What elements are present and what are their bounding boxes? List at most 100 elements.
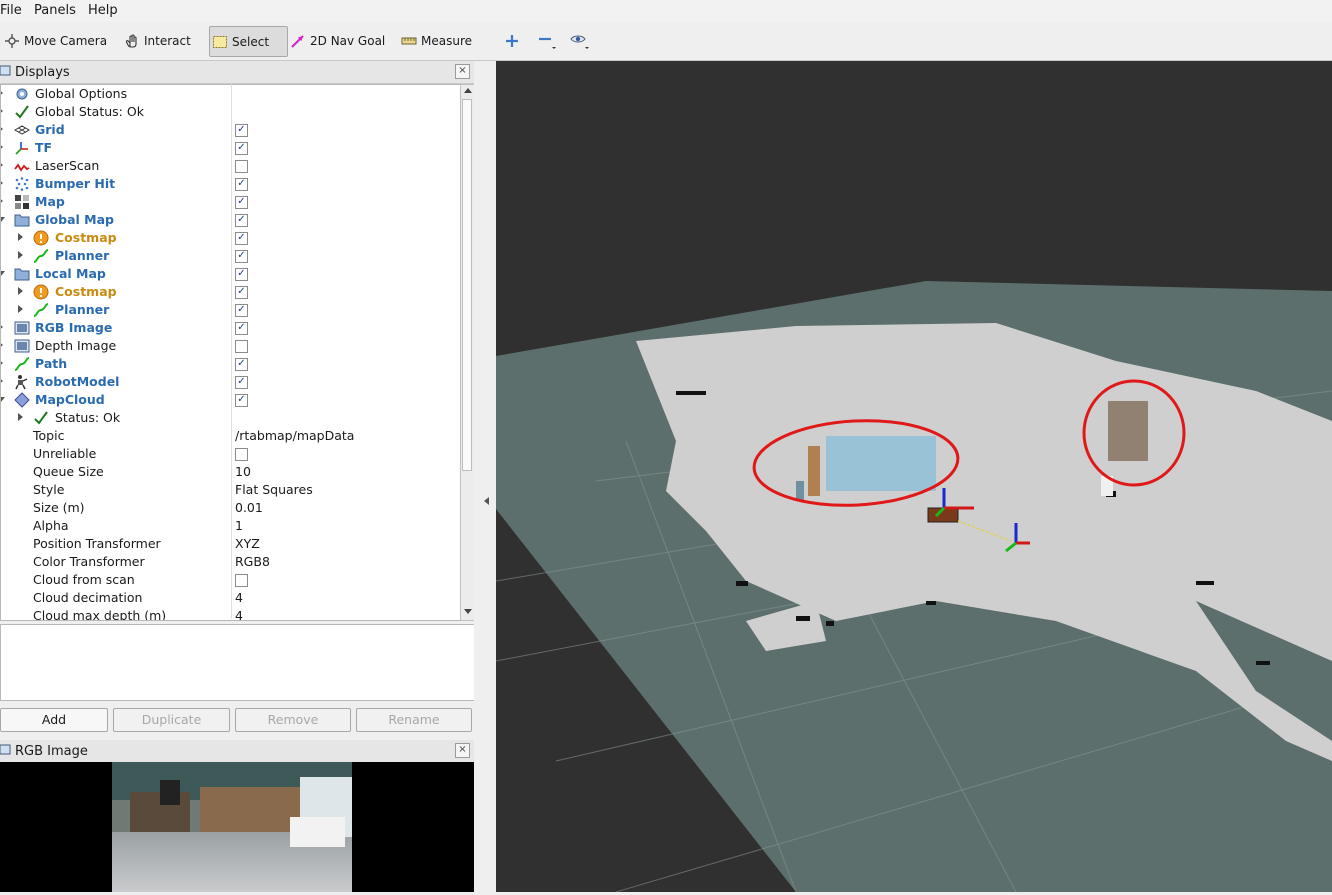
enable-checkbox[interactable]: ✓ (235, 376, 248, 389)
expand-arrow-icon[interactable] (1, 323, 3, 331)
tree-label: TF (35, 140, 53, 155)
axes-icon (15, 142, 28, 155)
interact-tool[interactable]: Interact (124, 26, 191, 55)
diamond-icon (14, 392, 30, 408)
tree-label: Grid (35, 122, 65, 137)
property-value[interactable]: RGB8 (235, 554, 270, 569)
tree-label: Bumper Hit (35, 176, 116, 191)
property-value[interactable]: 0.01 (235, 500, 263, 515)
property-value[interactable]: 4 (235, 608, 243, 620)
checkmark-icon (34, 411, 48, 425)
property-label: Unreliable (33, 446, 97, 461)
property-label: Color Transformer (33, 554, 145, 569)
enable-checkbox[interactable]: ✓ (235, 394, 248, 407)
expand-arrow-icon[interactable] (18, 233, 23, 241)
collapse-arrow-icon[interactable] (1, 217, 5, 222)
expand-arrow-icon[interactable] (1, 377, 3, 385)
expand-arrow-icon[interactable] (18, 287, 23, 295)
expand-arrow-icon[interactable] (1, 89, 3, 97)
expand-arrow-icon[interactable] (1, 341, 3, 349)
view-options-button[interactable] (570, 26, 592, 55)
eye-icon (570, 35, 589, 49)
warning-icon (33, 284, 49, 300)
add-tool-button[interactable] (504, 26, 520, 55)
remove-tool-button[interactable] (537, 26, 559, 55)
collapse-arrow-icon[interactable] (1, 397, 5, 402)
property-label: Style (33, 482, 65, 497)
nav-goal-label: 2D Nav Goal (310, 33, 386, 48)
monitor-icon (0, 744, 11, 755)
enable-checkbox[interactable]: ✓ (235, 124, 248, 137)
scroll-down-icon[interactable] (464, 609, 472, 614)
enable-checkbox[interactable]: ✓ (235, 178, 248, 191)
tree-label: Depth Image (35, 338, 117, 353)
expand-arrow-icon[interactable] (1, 179, 3, 187)
robot-icon (15, 375, 28, 390)
close-icon[interactable]: × (455, 64, 470, 79)
expand-arrow-icon[interactable] (1, 197, 3, 205)
property-value[interactable]: /rtabmap/mapData (235, 428, 354, 443)
expand-arrow-icon[interactable] (18, 251, 23, 259)
expand-arrow-icon[interactable] (1, 143, 3, 151)
enable-checkbox[interactable]: ✓ (235, 304, 248, 317)
rename-button[interactable]: Rename (356, 708, 472, 732)
measure-tool[interactable]: Measure (401, 26, 472, 55)
nav-goal-tool[interactable]: 2D Nav Goal (290, 26, 385, 55)
expand-arrow-icon[interactable] (1, 107, 3, 115)
enable-checkbox[interactable]: ✓ (235, 232, 248, 245)
toolbar: Move Camera Interact Select 2D Nav Goal … (0, 22, 1332, 61)
enable-checkbox[interactable]: ✓ (235, 322, 248, 335)
expand-arrow-icon[interactable] (18, 413, 23, 421)
camera-frame (112, 762, 352, 892)
panel-splitter[interactable] (474, 61, 496, 892)
tree-label: Map (35, 194, 65, 209)
property-value[interactable]: XYZ (235, 536, 260, 551)
enable-checkbox[interactable]: ✓ (235, 286, 248, 299)
property-description-box (0, 624, 475, 701)
close-icon[interactable]: × (455, 743, 470, 758)
3d-viewport[interactable] (495, 61, 1332, 893)
add-button[interactable]: Add (0, 708, 108, 732)
enable-checkbox[interactable]: ✓ (235, 196, 248, 209)
property-label: Cloud max depth (m) (33, 608, 167, 621)
scroll-up-icon[interactable] (464, 88, 472, 93)
tree-label: RGB Image (35, 320, 113, 335)
select-tool[interactable]: Select (209, 26, 288, 57)
tree-label: Local Map (35, 266, 106, 281)
scrollbar-thumb[interactable] (462, 99, 472, 471)
enable-checkbox[interactable]: ✓ (235, 358, 248, 371)
menu-help[interactable]: Help (88, 3, 118, 18)
tree-label: LaserScan (35, 158, 100, 173)
enable-checkbox[interactable]: ✓ (235, 268, 248, 281)
path-icon (33, 249, 49, 263)
move-camera-tool[interactable]: Move Camera (4, 26, 107, 55)
collapse-left-icon[interactable] (484, 497, 489, 505)
expand-arrow-icon[interactable] (1, 161, 3, 169)
enable-checkbox[interactable]: ✓ (235, 214, 248, 227)
nav-goal-arrow-icon (291, 34, 304, 48)
property-value[interactable]: 1 (235, 518, 243, 533)
menu-file[interactable]: File (0, 3, 22, 18)
expand-arrow-icon[interactable] (18, 305, 23, 313)
enable-checkbox[interactable] (235, 160, 248, 173)
enable-checkbox[interactable]: ✓ (235, 142, 248, 155)
tree-label: Global Status: Ok (35, 104, 144, 119)
tree-scrollbar[interactable] (460, 84, 475, 621)
remove-button[interactable]: Remove (235, 708, 351, 732)
unreliable-checkbox[interactable] (235, 448, 248, 461)
property-value[interactable]: 4 (235, 590, 243, 605)
plus-icon (506, 34, 518, 47)
enable-checkbox[interactable]: ✓ (235, 250, 248, 263)
enable-checkbox[interactable] (235, 340, 248, 353)
column-divider (231, 84, 232, 619)
duplicate-button[interactable]: Duplicate (113, 708, 230, 732)
menu-bar: File Panels Help (0, 0, 1332, 23)
expand-arrow-icon[interactable] (1, 359, 3, 367)
collapse-arrow-icon[interactable] (1, 271, 5, 276)
expand-arrow-icon[interactable] (1, 125, 3, 133)
rgb-image-panel-title: RGB Image (15, 743, 88, 759)
menu-panels[interactable]: Panels (34, 3, 76, 18)
cloud-from-scan-checkbox[interactable] (235, 574, 248, 587)
property-value[interactable]: 10 (235, 464, 251, 479)
property-value[interactable]: Flat Squares (235, 482, 313, 497)
